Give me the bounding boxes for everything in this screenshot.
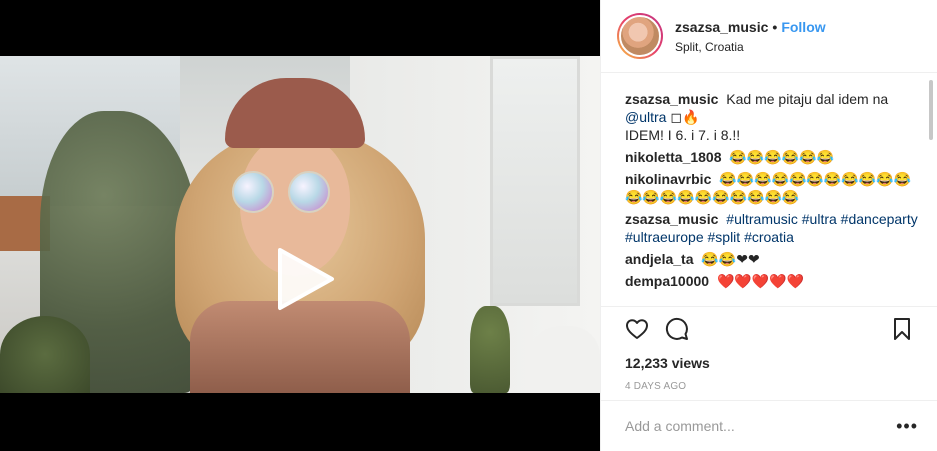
post-header-text: zsazsa_music • Follow Split, Croatia [675,18,826,54]
action-row [625,317,922,341]
comment-icon[interactable] [665,317,689,341]
heart-icon[interactable] [625,317,649,341]
comment-text: 😂😂😂😂😂😂 [729,149,834,165]
view-count[interactable]: 12,233 views [625,355,922,371]
comment-item: zsazsa_music #ultramusic #ultra #dancepa… [625,210,918,246]
comment-item: nikoletta_1808 😂😂😂😂😂😂 [625,148,918,166]
comment-username[interactable]: nikoletta_1808 [625,149,722,165]
more-options-icon[interactable]: ••• [896,417,918,435]
bookmark-icon[interactable] [890,317,914,341]
comments-scrollbar[interactable] [929,80,933,140]
sunglasses-right-lens [288,171,330,213]
post-username[interactable]: zsazsa_music [675,19,768,35]
video-bush [0,316,90,393]
comment-item: nikolinavrbic 😂😂😂😂😂😂😂😂😂😂😂😂😂😂😂😂😂😂😂😂😂 [625,170,918,206]
sunglasses-left-lens [232,171,274,213]
header-separator: • [772,19,778,35]
video-window [490,56,580,306]
media-area [0,0,600,451]
video-person-cap [225,78,365,148]
comment-text: ❤️❤️❤️❤️❤️ [716,273,805,289]
post-timestamp[interactable]: 4 DAYS AGO [625,381,922,392]
play-icon[interactable] [270,246,336,312]
comment-item: dempa10000 ❤️❤️❤️❤️❤️ [625,272,918,290]
comment-username[interactable]: nikolinavrbic [625,171,711,187]
post-actions: 12,233 views 4 DAYS AGO [601,306,937,392]
comment-username[interactable]: andjela_ta [625,251,693,267]
post-location[interactable]: Split, Croatia [675,40,826,54]
comment-text: Kad me pitaju dal idem na [726,91,889,107]
avatar-story-ring[interactable] [617,13,663,59]
comment-username[interactable]: zsazsa_music [625,211,718,227]
post-header: zsazsa_music • Follow Split, Croatia [601,0,937,73]
video-player[interactable] [0,56,600,393]
comment-text-line2: IDEM! I 6. i 7. i 8.!! [625,127,741,143]
follow-button[interactable]: Follow [781,19,825,35]
comment-username[interactable]: dempa10000 [625,273,709,289]
video-chair [530,326,600,393]
video-plant [470,306,510,393]
post-side-panel: zsazsa_music • Follow Split, Croatia zsazs… [600,0,937,451]
comment-item: andjela_ta 😂😂❤❤ [625,250,918,268]
add-comment-bar: ••• [601,400,937,451]
comments-list: zsazsa_music Kad me pitaju dal idem na @… [601,74,937,306]
comment-text-emoji: ◻🔥 [670,109,700,125]
comment-text: 😂😂❤❤ [701,251,760,267]
comment-username[interactable]: zsazsa_music [625,91,718,107]
post-header-top: zsazsa_music • Follow [675,18,826,36]
comment-input[interactable] [625,418,897,434]
comment-mention-link[interactable]: @ultra [625,109,666,125]
avatar[interactable] [619,15,661,57]
video-person [170,76,430,393]
video-person-body [190,301,410,393]
caption-comment: zsazsa_music Kad me pitaju dal idem na @… [625,90,918,144]
